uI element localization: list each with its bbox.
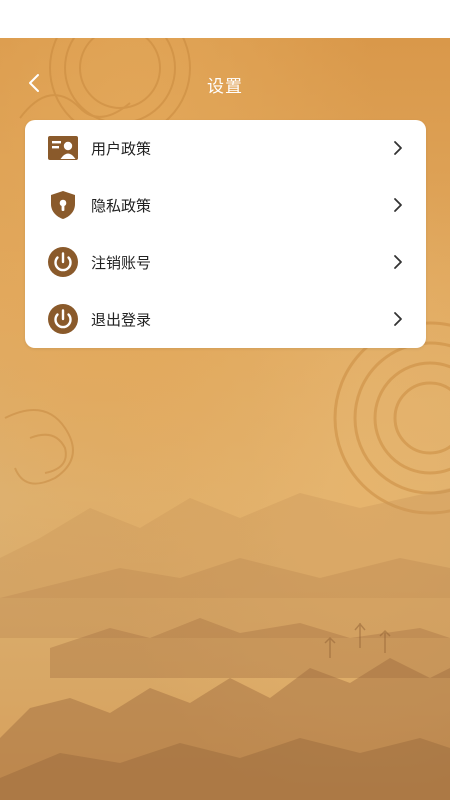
status-bar (0, 0, 450, 38)
power-icon (47, 303, 79, 335)
user-card-icon (47, 132, 79, 164)
power-icon (47, 246, 79, 278)
settings-item-user-policy[interactable]: 用户政策 (25, 120, 426, 177)
settings-item-logout[interactable]: 退出登录 (25, 291, 426, 348)
nav-bar: 设置 (0, 58, 450, 108)
chevron-right-icon (392, 196, 404, 214)
settings-item-privacy-policy[interactable]: 隐私政策 (25, 177, 426, 234)
settings-card: 用户政策 隐私政策 注销账号 退出登录 (25, 120, 426, 348)
shield-lock-icon (47, 189, 79, 221)
settings-item-delete-account[interactable]: 注销账号 (25, 234, 426, 291)
chevron-right-icon (392, 310, 404, 328)
settings-item-label: 隐私政策 (91, 197, 152, 215)
page-title: 设置 (207, 77, 243, 97)
settings-item-label: 用户政策 (91, 140, 152, 158)
chevron-right-icon (392, 253, 404, 271)
settings-item-label: 注销账号 (91, 254, 152, 272)
settings-item-label: 退出登录 (91, 311, 152, 329)
chevron-right-icon (392, 139, 404, 157)
